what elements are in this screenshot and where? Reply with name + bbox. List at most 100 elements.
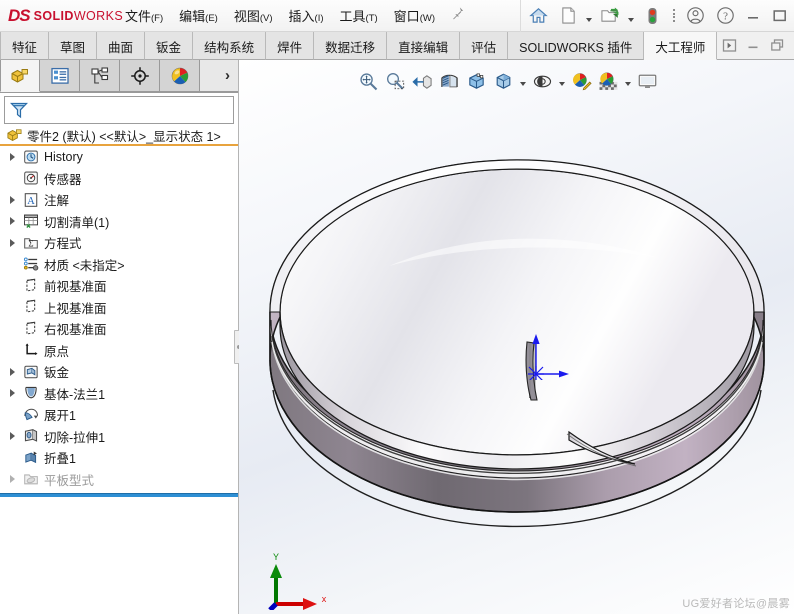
base-flange-icon bbox=[20, 385, 42, 401]
tab-solidworks-addins[interactable]: SOLIDWORKS 插件 bbox=[508, 32, 645, 60]
menu-insert[interactable]: 插入(I) bbox=[282, 2, 331, 29]
tree-item-sheetmetal[interactable]: 钣金 bbox=[0, 361, 238, 383]
new-document-caret-icon[interactable] bbox=[583, 1, 595, 31]
expand-arrow-icon[interactable] bbox=[4, 195, 20, 204]
tree-item-base-flange[interactable]: 基体-法兰1 bbox=[0, 383, 238, 405]
expand-arrow-icon[interactable] bbox=[4, 367, 20, 376]
tree-item-label: 原点 bbox=[44, 344, 70, 359]
tree-item-extrude-cut[interactable]: 切除-拉伸1 bbox=[0, 426, 238, 448]
expand-arrow-icon[interactable] bbox=[4, 217, 20, 226]
tree-item-label: 右视基准面 bbox=[44, 323, 107, 338]
extrude-cut-icon bbox=[20, 428, 42, 444]
graphics-viewport[interactable]: Y x UG爱好者论坛@晨雾 bbox=[239, 60, 794, 614]
menu-view[interactable]: 视图(V) bbox=[227, 2, 280, 29]
expand-arrow-icon[interactable] bbox=[4, 475, 20, 484]
title-bar: DS SOLIDWORKS 文件(F) 编辑(E) 视图(V) 插入(I) 工具… bbox=[0, 0, 794, 32]
tree-item-equations[interactable]: Σ 方程式 bbox=[0, 232, 238, 254]
help-question-icon[interactable]: ? bbox=[710, 1, 740, 31]
ring-inner-bottom-face bbox=[279, 168, 755, 456]
origin-icon bbox=[20, 342, 42, 358]
expand-arrow-icon[interactable] bbox=[4, 432, 20, 441]
fold-icon bbox=[20, 450, 42, 466]
tree-item-cutlist[interactable]: 切割清单(1) bbox=[0, 211, 238, 233]
plane-icon bbox=[20, 278, 42, 294]
tree-item-unfold[interactable]: 展开1 bbox=[0, 404, 238, 426]
svg-text:?: ? bbox=[723, 11, 728, 23]
expand-arrow-icon[interactable] bbox=[4, 238, 20, 247]
tab-features[interactable]: 特征 bbox=[0, 32, 50, 60]
open-folder-caret-icon[interactable] bbox=[625, 1, 637, 31]
part-document-icon bbox=[6, 127, 23, 143]
tab-evaluate[interactable]: 评估 bbox=[460, 32, 509, 60]
maximize-icon[interactable] bbox=[766, 1, 792, 31]
tab-sketch[interactable]: 草图 bbox=[49, 32, 98, 60]
tree-item-label: 钣金 bbox=[44, 366, 70, 381]
tab-big-engineer[interactable]: 大工程师 bbox=[644, 32, 718, 60]
plane-icon bbox=[20, 321, 42, 337]
rollback-bar[interactable] bbox=[0, 493, 238, 497]
tab-data-migration[interactable]: 数据迁移 bbox=[314, 32, 388, 60]
tree-item-origin[interactable]: 原点 bbox=[0, 340, 238, 362]
tab-display-manager[interactable] bbox=[160, 60, 200, 92]
tree-item-fold[interactable]: 折叠1 bbox=[0, 447, 238, 469]
traffic-light-icon[interactable] bbox=[637, 1, 667, 31]
feature-manager-tabs: › bbox=[0, 60, 238, 93]
svg-text:Σ: Σ bbox=[28, 238, 33, 248]
tree-item-right-plane[interactable]: 右视基准面 bbox=[0, 318, 238, 340]
expand-arrow-icon[interactable] bbox=[4, 152, 20, 161]
tree-item-label: 切割清单(1) bbox=[44, 215, 110, 230]
tab-property-manager[interactable] bbox=[40, 60, 80, 92]
sheetmetal-icon bbox=[20, 364, 42, 380]
tab-configuration-manager[interactable] bbox=[80, 60, 120, 92]
more-tabs-button[interactable]: › bbox=[200, 60, 238, 92]
open-folder-icon[interactable] bbox=[595, 1, 625, 31]
ds-logo-icon: DS bbox=[8, 5, 31, 25]
plane-icon bbox=[20, 299, 42, 315]
tree-item-history[interactable]: History bbox=[0, 146, 238, 168]
doc-minimize-icon[interactable] bbox=[742, 35, 764, 57]
doc-restore-icon[interactable] bbox=[766, 35, 788, 57]
tree-item-front-plane[interactable]: 前视基准面 bbox=[0, 275, 238, 297]
flat-pattern-icon bbox=[20, 471, 42, 487]
tree-item-sensors[interactable]: 传感器 bbox=[0, 168, 238, 190]
unfold-icon bbox=[20, 407, 42, 423]
menu-window[interactable]: 窗口(W) bbox=[387, 2, 442, 29]
tab-sheet-metal[interactable]: 钣金 bbox=[145, 32, 194, 60]
tree-item-flat-pattern[interactable]: 平板型式 bbox=[0, 469, 238, 491]
tab-dimxpert-manager[interactable] bbox=[120, 60, 160, 92]
command-tabs: 特征 草图 曲面 钣金 结构系统 焊件 数据迁移 直接编辑 评估 SOLIDWO… bbox=[0, 32, 718, 60]
minimize-icon[interactable] bbox=[740, 1, 766, 31]
tab-direct-editing[interactable]: 直接编辑 bbox=[387, 32, 461, 60]
new-document-icon[interactable] bbox=[553, 1, 583, 31]
model-origin-triad bbox=[528, 334, 569, 380]
tree-item-label: 前视基准面 bbox=[44, 280, 107, 295]
tab-structure-system[interactable]: 结构系统 bbox=[193, 32, 267, 60]
pushpin-icon[interactable] bbox=[450, 6, 465, 25]
tree-item-label: 上视基准面 bbox=[44, 301, 107, 316]
tree-item-material[interactable]: 材质 <未指定> bbox=[0, 254, 238, 276]
solidworks-logo: DS SOLIDWORKS bbox=[0, 5, 123, 26]
panel-expand-icon[interactable] bbox=[718, 35, 740, 57]
menu-tools[interactable]: 工具(T) bbox=[333, 2, 385, 29]
tab-weldments[interactable]: 焊件 bbox=[266, 32, 315, 60]
tab-feature-manager[interactable] bbox=[0, 60, 40, 92]
expand-arrow-icon[interactable] bbox=[4, 389, 20, 398]
tree-item-label: 方程式 bbox=[44, 237, 82, 252]
tree-root-part[interactable]: 零件2 (默认) <<默认>_显示状态 1> bbox=[0, 126, 238, 146]
feature-tree-filter[interactable] bbox=[4, 96, 234, 124]
sensor-icon bbox=[20, 170, 42, 186]
feature-tree: 零件2 (默认) <<默认>_显示状态 1> History 传感器 A 注解 … bbox=[0, 126, 238, 497]
sheet-metal-ring-model[interactable] bbox=[239, 60, 794, 614]
tree-item-label: History bbox=[44, 149, 83, 164]
tree-item-annotations[interactable]: A 注解 bbox=[0, 189, 238, 211]
user-account-icon[interactable] bbox=[680, 1, 710, 31]
filter-funnel-icon bbox=[9, 100, 29, 120]
tree-item-label: 平板型式 bbox=[44, 473, 95, 488]
tree-item-top-plane[interactable]: 上视基准面 bbox=[0, 297, 238, 319]
home-icon[interactable] bbox=[523, 1, 553, 31]
tab-surfaces[interactable]: 曲面 bbox=[97, 32, 146, 60]
menu-file[interactable]: 文件(F) bbox=[118, 2, 170, 29]
filter-input[interactable] bbox=[29, 99, 233, 121]
options-dots-icon[interactable] bbox=[667, 1, 680, 31]
menu-edit[interactable]: 编辑(E) bbox=[172, 2, 225, 29]
